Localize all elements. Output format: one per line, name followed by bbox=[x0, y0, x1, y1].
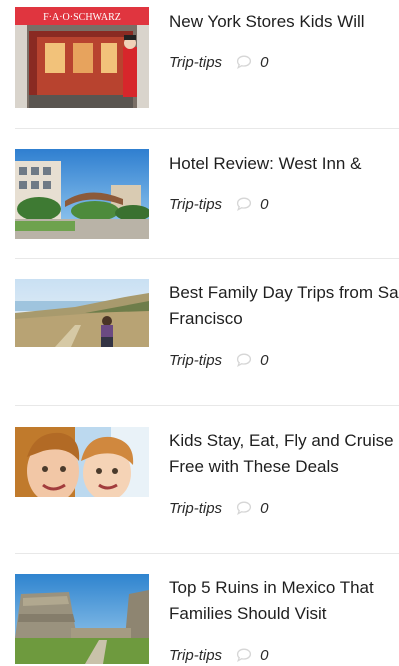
comment-count[interactable]: 0 bbox=[260, 196, 268, 213]
post-category[interactable]: Trip-tips bbox=[169, 196, 222, 213]
post-meta: Trip-tips 0 bbox=[169, 194, 268, 214]
post-category[interactable]: Trip-tips bbox=[169, 352, 222, 369]
comment-count[interactable]: 0 bbox=[260, 352, 268, 369]
post-meta: Trip-tips 0 bbox=[169, 350, 268, 370]
speech-bubble-icon bbox=[236, 55, 252, 69]
post-category[interactable]: Trip-tips bbox=[169, 500, 222, 517]
post-title[interactable]: New York Stores Kids Will bbox=[169, 9, 399, 35]
post-thumbnail-mexico-ruins[interactable] bbox=[15, 574, 149, 664]
speech-bubble-icon bbox=[236, 353, 252, 367]
post-meta: Trip-tips 0 bbox=[169, 645, 268, 665]
post-category[interactable]: Trip-tips bbox=[169, 54, 222, 71]
speech-bubble-icon bbox=[236, 197, 252, 211]
comment-count[interactable]: 0 bbox=[260, 500, 268, 517]
post-thumbnail-hotel[interactable] bbox=[15, 149, 149, 239]
post-title[interactable]: Top 5 Ruins in Mexico That Families Shou… bbox=[169, 575, 399, 627]
speech-bubble-icon bbox=[236, 501, 252, 515]
post-title[interactable]: Kids Stay, Eat, Fly and Cruise Free with… bbox=[169, 428, 399, 480]
speech-bubble-icon bbox=[236, 648, 252, 662]
post-thumbnail-kids-deals[interactable] bbox=[15, 427, 149, 507]
post-meta: Trip-tips 0 bbox=[169, 498, 268, 518]
divider bbox=[15, 258, 399, 259]
post-title[interactable]: Best Family Day Trips from San Francisco bbox=[169, 280, 399, 332]
post-title[interactable]: Hotel Review: West Inn & bbox=[169, 151, 399, 177]
divider bbox=[15, 553, 399, 554]
divider bbox=[15, 128, 399, 129]
comment-count[interactable]: 0 bbox=[260, 647, 268, 664]
comment-count[interactable]: 0 bbox=[260, 54, 268, 71]
store-sign-text: F·A·O·SCHWARZ bbox=[43, 12, 121, 23]
post-meta: Trip-tips 0 bbox=[169, 52, 268, 72]
post-thumbnail-coast-trip[interactable] bbox=[15, 279, 149, 347]
post-category[interactable]: Trip-tips bbox=[169, 647, 222, 664]
divider bbox=[15, 405, 399, 406]
post-thumbnail-fao-schwarz[interactable]: F·A·O·SCHWARZ bbox=[15, 7, 149, 108]
